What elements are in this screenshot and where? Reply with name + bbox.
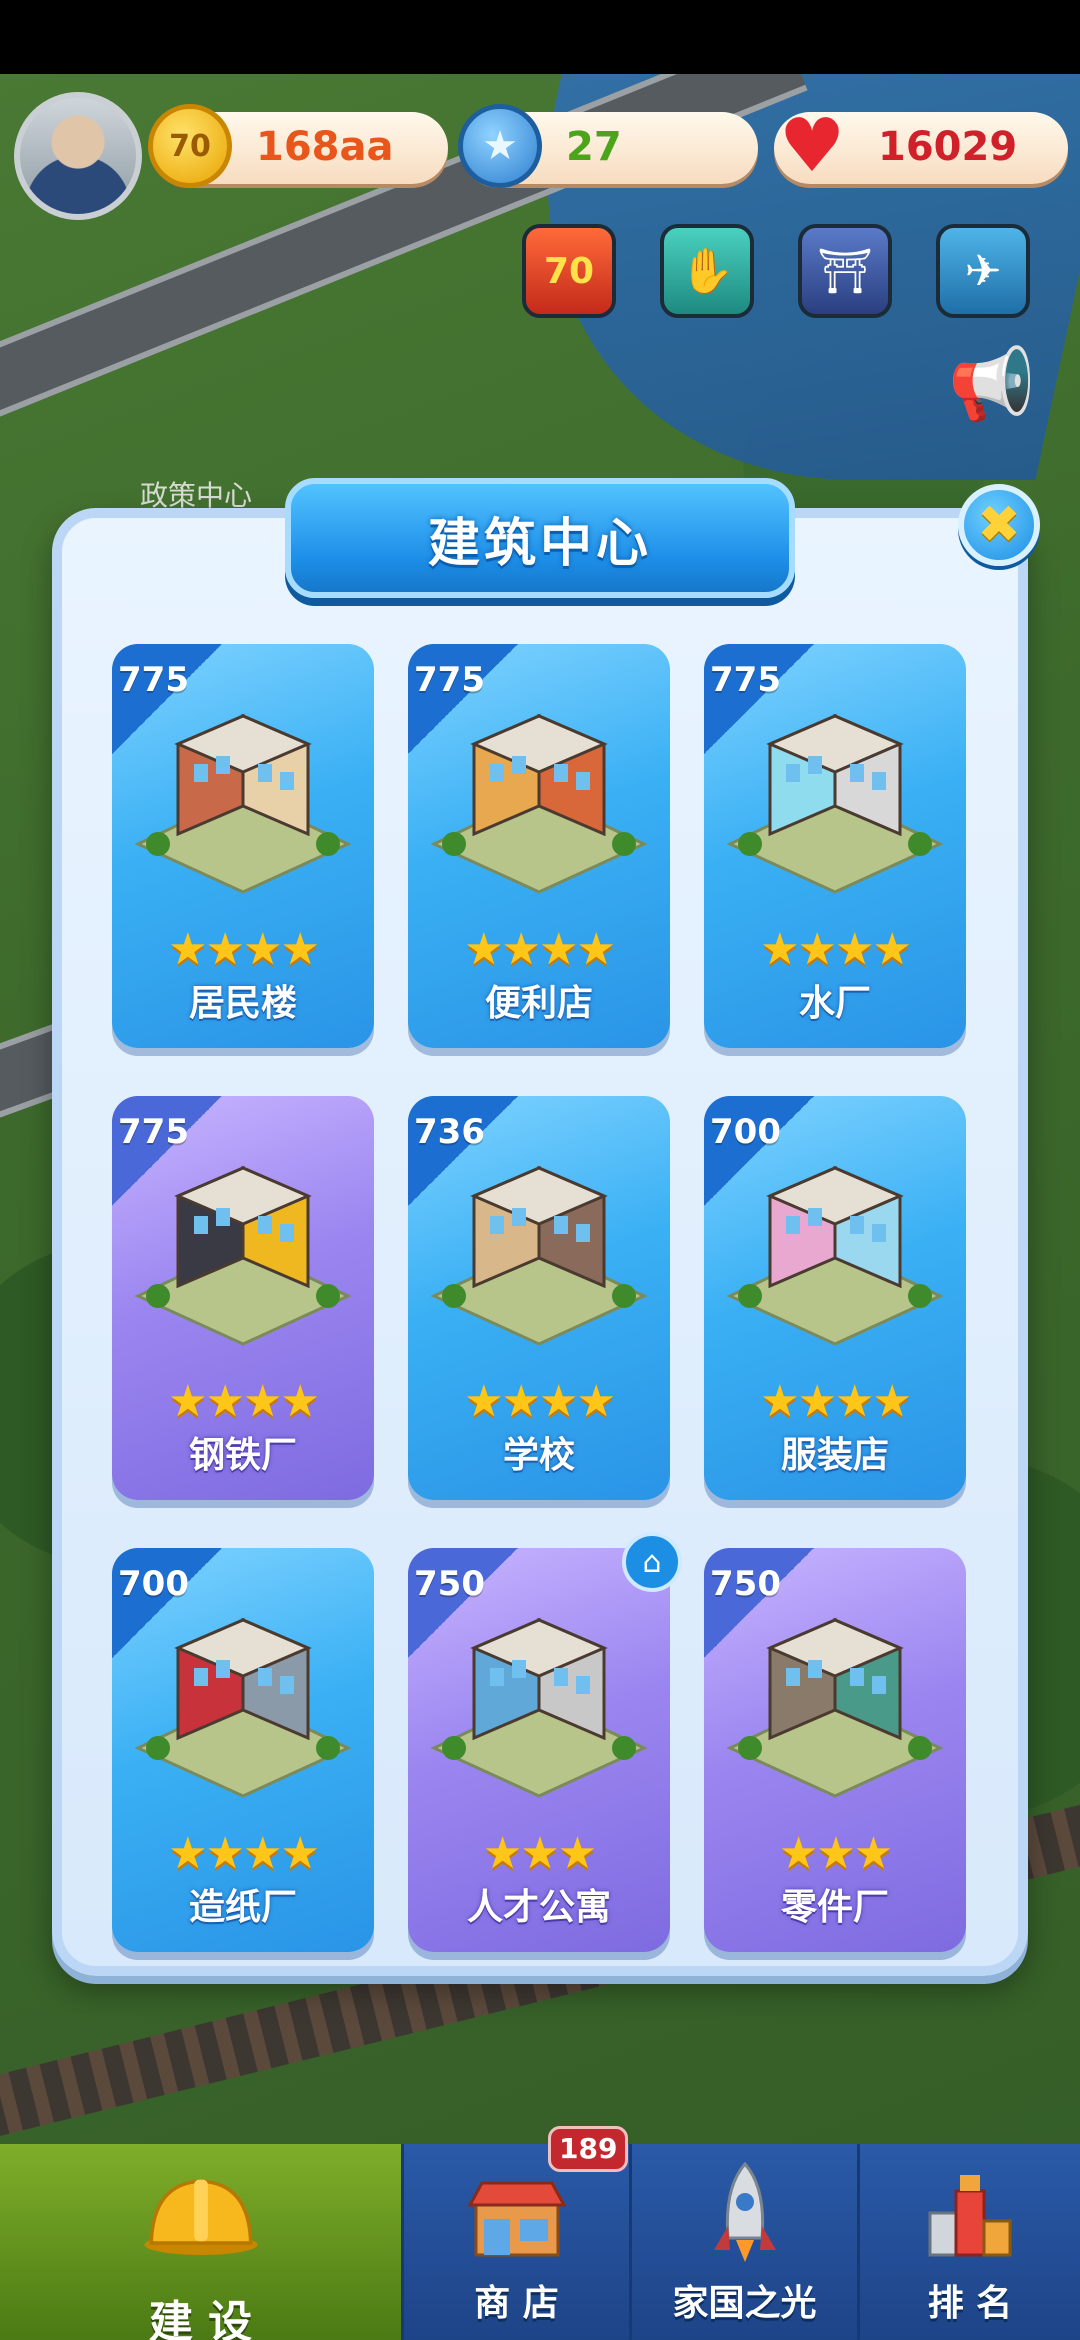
player-avatar[interactable]	[14, 92, 142, 220]
star-rating: ★★★	[778, 1828, 893, 1879]
nav-build-label: 建 设	[148, 2297, 253, 2340]
building-illustration	[424, 694, 654, 894]
home-icon: ⌂	[622, 1532, 682, 1592]
building-name: 零件厂	[780, 1887, 889, 1928]
nav-shop[interactable]: 商 店	[404, 2144, 632, 2340]
building-name: 钢铁厂	[188, 1435, 297, 1476]
building-card[interactable]: 750 ★★★ 零件厂	[704, 1548, 966, 1952]
building-card[interactable]: 700 ★★★★ 服装店	[704, 1096, 966, 1500]
building-card[interactable]: 775 ★★★★ 居民楼	[112, 644, 374, 1048]
star-rating: ★★★★	[168, 1376, 320, 1427]
building-card[interactable]: 775 ★★★★ 便利店	[408, 644, 670, 1048]
shop-badge: 189	[548, 2126, 629, 2172]
building-illustration	[424, 1598, 654, 1798]
dialog-title-banner: 建筑中心	[285, 478, 795, 598]
star-rating: ★★★★	[760, 1376, 912, 1427]
building-name: 学校	[502, 1435, 575, 1476]
building-illustration	[720, 1598, 950, 1798]
building-name: 便利店	[484, 983, 593, 1024]
coins-counter[interactable]: 70 168aa	[148, 104, 448, 188]
building-illustration	[424, 1146, 654, 1346]
star-rating: ★★★★	[464, 924, 616, 975]
building-illustration	[720, 1146, 950, 1346]
nav-ranking-label: 排 名	[927, 2283, 1013, 2324]
building-name: 水厂	[798, 983, 871, 1024]
status-bar	[0, 0, 1080, 74]
building-illustration	[128, 1598, 358, 1798]
star-rating: ★★★★	[464, 1376, 616, 1427]
nav-home-light[interactable]: 家国之光	[632, 2144, 860, 2340]
rocket-icon	[685, 2158, 805, 2268]
hearts-counter[interactable]: ♥ 16029	[774, 103, 1068, 189]
bottom-navigation: 建 设 商 店 家国之光 排 名	[0, 2144, 1080, 2340]
star-rating: ★★★★	[760, 924, 912, 975]
ranking-icon	[910, 2158, 1030, 2268]
nav-home-light-label: 家国之光	[672, 2283, 817, 2324]
anniversary-70-icon[interactable]: 70	[522, 224, 616, 318]
building-name: 服装店	[780, 1435, 889, 1476]
star-rating: ★★★	[482, 1828, 597, 1879]
building-card[interactable]: 775 ★★★★ 水厂	[704, 644, 966, 1048]
building-illustration	[128, 1146, 358, 1346]
building-card[interactable]: 736 ★★★★ 学校	[408, 1096, 670, 1500]
coins-value: 168aa	[256, 124, 394, 170]
stars-value: 27	[566, 124, 622, 170]
shop-icon	[457, 2158, 577, 2268]
speaker-icon[interactable]: 📢	[944, 336, 1040, 432]
heart-icon: ♥	[778, 103, 846, 189]
hardhat-icon	[141, 2158, 261, 2268]
building-card[interactable]: 700 ★★★★ 造纸厂	[112, 1548, 374, 1952]
building-card[interactable]: 775 ★★★★ 钢铁厂	[112, 1096, 374, 1500]
nav-build[interactable]: 建 设	[0, 2144, 404, 2340]
nav-ranking[interactable]: 排 名	[860, 2144, 1080, 2340]
building-card[interactable]: 750 ★★★ 人才公寓 ⌂	[408, 1532, 682, 1952]
coin-icon: 70	[148, 104, 232, 188]
handshake-icon[interactable]: ✋	[660, 224, 754, 318]
bridge-icon[interactable]: ⛩	[798, 224, 892, 318]
building-illustration	[720, 694, 950, 894]
star-rating: ★★★★	[168, 1828, 320, 1879]
hearts-value: 16029	[878, 124, 1018, 170]
building-name: 造纸厂	[188, 1887, 297, 1928]
building-name: 居民楼	[188, 983, 297, 1024]
close-icon[interactable]: ✖	[958, 484, 1040, 566]
nav-shop-label: 商 店	[474, 2283, 559, 2324]
building-name: 人才公寓	[466, 1887, 611, 1928]
airplane-icon[interactable]: ✈	[936, 224, 1030, 318]
stars-counter[interactable]: ★ 27	[458, 104, 758, 188]
star-rating: ★★★★	[168, 924, 320, 975]
dialog-title: 建筑中心	[427, 513, 652, 574]
building-illustration	[128, 694, 358, 894]
star-icon: ★	[458, 104, 542, 188]
